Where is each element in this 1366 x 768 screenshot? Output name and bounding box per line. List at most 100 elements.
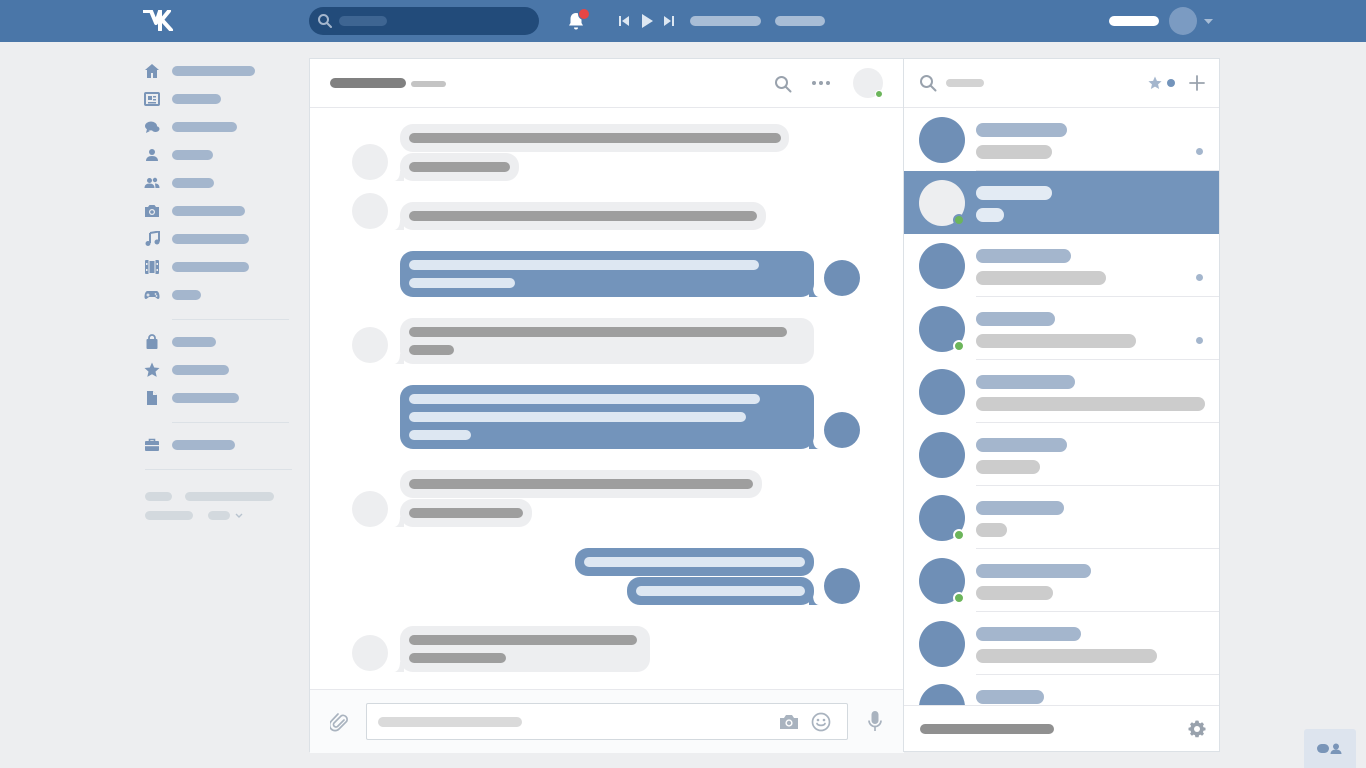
message-input-placeholder [378, 717, 522, 727]
avatar[interactable] [352, 327, 388, 363]
sidebar-item-friends[interactable] [172, 150, 213, 160]
online-indicator [875, 90, 883, 98]
conversation-item[interactable] [904, 423, 1219, 486]
conversation-item[interactable] [904, 612, 1219, 675]
communities-icon [144, 177, 160, 188]
sidebar-item-messages[interactable] [172, 122, 237, 132]
settings-icon[interactable] [1188, 720, 1206, 738]
avatar [919, 117, 965, 163]
online-indicator [953, 592, 965, 604]
avatar[interactable] [824, 568, 860, 604]
conversation-name [976, 627, 1081, 641]
message-text [584, 557, 805, 567]
profile-avatar[interactable] [1169, 7, 1197, 35]
vk-logo-icon[interactable] [143, 10, 178, 31]
sidebar-item-music[interactable] [172, 234, 249, 244]
next-track-icon[interactable] [663, 14, 675, 28]
prev-track-icon[interactable] [618, 14, 630, 28]
search-placeholder [339, 16, 387, 26]
bubble-tail [394, 220, 404, 230]
play-icon[interactable] [640, 13, 654, 29]
sidebar-item-ads[interactable] [172, 440, 235, 450]
footer-link[interactable] [145, 492, 172, 501]
footer-link[interactable] [185, 492, 274, 501]
conversation-item[interactable] [904, 486, 1219, 549]
chevron-down-icon[interactable] [1204, 19, 1213, 24]
camera-icon[interactable] [779, 714, 799, 730]
avatar[interactable] [824, 260, 860, 296]
sidebar-item-documents[interactable] [172, 393, 239, 403]
documents-icon [147, 391, 157, 405]
avatar[interactable] [352, 491, 388, 527]
message-bubble[interactable] [400, 626, 650, 672]
add-icon[interactable] [1189, 75, 1205, 91]
bubble-tail [809, 287, 819, 297]
sidebar-item-games[interactable] [172, 290, 201, 300]
star-filter-icon[interactable] [1148, 76, 1162, 90]
message-bubble[interactable] [400, 153, 519, 181]
search-icon[interactable] [774, 75, 792, 93]
conversation-item[interactable] [904, 297, 1219, 360]
more-icon[interactable] [811, 80, 831, 86]
conversation-item[interactable] [904, 108, 1219, 171]
avatar[interactable] [824, 412, 860, 448]
conversation-item[interactable] [904, 675, 1219, 705]
message-bubble[interactable] [400, 251, 814, 297]
avatar[interactable] [352, 144, 388, 180]
online-indicator [953, 214, 965, 226]
track-artist [775, 16, 825, 26]
avatar[interactable] [352, 193, 388, 229]
message-bubble[interactable] [400, 124, 789, 152]
track-title [690, 16, 761, 26]
conversation-list-panel [903, 58, 1220, 752]
conversation-item[interactable] [904, 234, 1219, 297]
mark-all-read-link[interactable] [920, 724, 1054, 734]
message-text [409, 479, 753, 489]
message-input[interactable] [366, 703, 848, 740]
notification-badge [578, 8, 590, 20]
sidebar-item-home[interactable] [172, 66, 255, 76]
chat-status [411, 81, 446, 87]
message-text [409, 394, 760, 404]
message-bubble[interactable] [575, 548, 814, 576]
profile-name[interactable] [1109, 16, 1159, 26]
conversation-name [976, 249, 1071, 263]
avatar[interactable] [352, 635, 388, 671]
bubble-tail [394, 171, 404, 181]
unread-indicator [1196, 274, 1203, 281]
sidebar-item-communities[interactable] [172, 178, 214, 188]
conversation-item[interactable] [904, 549, 1219, 612]
emoji-icon[interactable] [811, 712, 831, 732]
conversation-item-active[interactable] [904, 171, 1219, 234]
attach-icon[interactable] [330, 711, 348, 733]
conversation-preview [976, 334, 1136, 348]
conversation-item[interactable] [904, 360, 1219, 423]
sidebar-item-bookmarks[interactable] [172, 365, 229, 375]
bubble-tail [394, 517, 404, 527]
message-bubble[interactable] [400, 385, 814, 449]
microphone-icon[interactable] [867, 710, 883, 734]
sidebar-item-photos[interactable] [172, 206, 245, 216]
message-bubble[interactable] [400, 318, 814, 364]
search-input[interactable] [309, 7, 539, 35]
unread-indicator [1196, 337, 1203, 344]
footer-link[interactable] [145, 511, 193, 520]
footer-more-link[interactable] [208, 511, 230, 520]
conversation-search-input[interactable] [946, 79, 984, 87]
message-bubble[interactable] [400, 470, 762, 498]
sidebar-item-market[interactable] [172, 337, 216, 347]
videos-icon [145, 260, 159, 274]
message-bubble[interactable] [400, 202, 766, 230]
search-icon[interactable] [919, 74, 937, 92]
bookmarks-icon [144, 362, 160, 377]
message-text [409, 412, 746, 422]
sidebar-divider [172, 319, 289, 320]
sidebar-item-news[interactable] [172, 94, 221, 104]
chat-widget-button[interactable] [1304, 729, 1356, 768]
chevron-down-icon[interactable] [235, 513, 243, 519]
message-bubble[interactable] [400, 499, 532, 527]
sidebar-item-videos[interactable] [172, 262, 249, 272]
filter-indicator [1167, 79, 1175, 87]
online-indicator [953, 529, 965, 541]
message-bubble[interactable] [627, 577, 814, 605]
